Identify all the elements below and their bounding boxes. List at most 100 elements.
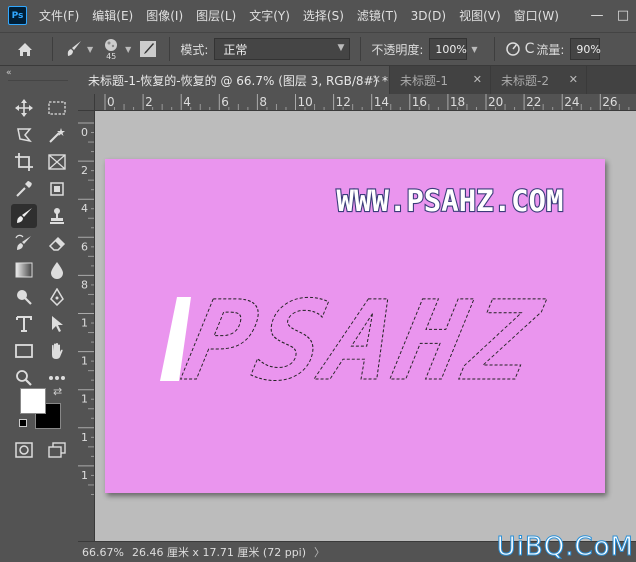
type-tool[interactable] xyxy=(11,312,37,336)
menu-type[interactable]: 文字(Y) xyxy=(249,7,290,24)
horizontal-ruler[interactable]: 0 2 4 6 8 10 12 14 16 18 20 22 24 26 xyxy=(95,94,636,111)
foreground-color-swatch[interactable] xyxy=(20,388,46,414)
pressure-opacity-icon[interactable] xyxy=(505,41,521,57)
flow-field[interactable]: 90% xyxy=(570,38,601,60)
menu-select[interactable]: 选择(S) xyxy=(303,7,344,24)
move-tool[interactable] xyxy=(11,96,37,120)
menu-edit[interactable]: 编辑(E) xyxy=(92,7,133,24)
gradient-tool[interactable] xyxy=(11,258,37,282)
site-url-text: WWW.PSAHZ.COM xyxy=(337,184,564,218)
quick-mask-icon xyxy=(15,442,33,458)
canvas-area[interactable]: WWW.PSAHZ.COM PSAHZ xyxy=(95,111,636,541)
divider xyxy=(360,37,362,61)
ruler-label: 4 xyxy=(81,202,88,215)
frame-icon xyxy=(48,154,66,170)
path-selection-tool[interactable] xyxy=(44,312,70,336)
marquee-tool[interactable] xyxy=(44,96,70,120)
canvas-artwork: WWW.PSAHZ.COM PSAHZ xyxy=(160,183,565,406)
ruler-label: 24 xyxy=(564,95,579,109)
chevron-right-icon[interactable]: 〉 xyxy=(314,544,325,560)
eraser-tool[interactable] xyxy=(44,231,70,255)
brush-settings-toggle[interactable] xyxy=(137,38,159,60)
menu-3d[interactable]: 3D(D) xyxy=(411,9,446,23)
minimize-button[interactable]: — xyxy=(584,8,610,23)
menu-image[interactable]: 图像(I) xyxy=(146,7,183,24)
default-colors-icon[interactable] xyxy=(19,419,27,427)
ruler-label: 1 xyxy=(81,469,88,482)
brush-icon xyxy=(67,41,81,56)
crop-icon xyxy=(15,153,33,171)
brush-size-value: 45 xyxy=(106,51,117,61)
menu-view[interactable]: 视图(V) xyxy=(459,7,501,24)
ruler-label: 20 xyxy=(488,95,503,109)
photoshop-logo[interactable]: Ps xyxy=(8,6,27,25)
chevron-down-icon[interactable]: ▼ xyxy=(125,45,131,54)
eraser-icon xyxy=(48,236,66,251)
history-brush-tool[interactable] xyxy=(11,231,37,255)
home-icon xyxy=(18,42,32,56)
ruler-label: 14 xyxy=(374,95,389,109)
rectangle-tool[interactable] xyxy=(11,339,37,363)
menu-window[interactable]: 窗口(W) xyxy=(514,7,559,24)
ruler-label: 1 xyxy=(81,393,88,406)
mode-select[interactable]: 正常 ▼ xyxy=(214,38,351,60)
divider xyxy=(169,37,171,61)
maximize-button[interactable]: □ xyxy=(610,8,636,23)
tab-label: 未标题-1 xyxy=(400,73,448,88)
ruler-label: 2 xyxy=(145,95,153,109)
opacity-field[interactable]: 100% xyxy=(429,38,468,60)
zoom-tool[interactable] xyxy=(11,366,37,390)
dodge-tool[interactable] xyxy=(11,285,37,309)
hand-tool[interactable] xyxy=(44,339,70,363)
object-select-tool[interactable] xyxy=(44,177,70,201)
pen-tool[interactable] xyxy=(44,285,70,309)
menu-filter[interactable]: 滤镜(T) xyxy=(357,7,398,24)
smoothing-icon: C xyxy=(524,41,535,57)
ruler-label: 1 xyxy=(81,355,88,368)
clone-stamp-tool[interactable] xyxy=(44,204,70,228)
magic-wand-tool[interactable] xyxy=(44,123,70,147)
document-tabs: 未标题-1-恢复的-恢复的 @ 66.7% (图层 3, RGB/8#) * ✕… xyxy=(78,66,636,94)
document-canvas[interactable]: WWW.PSAHZ.COM PSAHZ xyxy=(105,159,605,493)
home-button[interactable] xyxy=(8,36,42,62)
quick-mask-button[interactable] xyxy=(11,438,37,462)
mode-label: 模式: xyxy=(180,42,209,57)
brush-tip-icon xyxy=(105,38,118,51)
brush-tool[interactable] xyxy=(11,204,37,228)
more-icon xyxy=(49,376,65,380)
frame-tool[interactable] xyxy=(44,150,70,174)
close-icon[interactable]: ✕ xyxy=(473,73,482,86)
tab-untitled-2[interactable]: 未标题-2 ✕ xyxy=(491,66,587,94)
path-select-icon xyxy=(52,316,63,332)
history-brush-icon xyxy=(15,234,31,250)
watermark-text: UiBQ.CoM xyxy=(496,532,634,562)
menu-bar: Ps 文件(F) 编辑(E) 图像(I) 图层(L) 文字(Y) 选择(S) 滤… xyxy=(0,0,636,31)
document-info[interactable]: 26.46 厘米 x 17.71 厘米 (72 ppi) xyxy=(132,544,306,560)
ruler-origin[interactable] xyxy=(78,94,95,111)
rectangle-icon xyxy=(15,344,33,358)
eyedropper-tool[interactable] xyxy=(11,177,37,201)
zoom-level[interactable]: 66.67% xyxy=(82,546,124,559)
brush-tool-preset[interactable] xyxy=(63,38,85,60)
collapse-panel-icon[interactable]: « xyxy=(6,68,12,78)
menu-layer[interactable]: 图层(L) xyxy=(196,7,236,24)
menu-file[interactable]: 文件(F) xyxy=(39,7,79,24)
tab-untitled-1-recovered[interactable]: 未标题-1-恢复的-恢复的 @ 66.7% (图层 3, RGB/8#) * ✕ xyxy=(78,66,390,94)
blur-tool[interactable] xyxy=(44,258,70,282)
screen-mode-button[interactable] xyxy=(44,438,70,462)
ruler-label: 12 xyxy=(336,95,351,109)
lasso-tool[interactable] xyxy=(11,123,37,147)
divider xyxy=(493,37,495,61)
crop-tool[interactable] xyxy=(11,150,37,174)
vertical-ruler[interactable]: 0 2 4 6 8 1 1 1 1 1 xyxy=(78,111,95,541)
close-icon[interactable]: ✕ xyxy=(372,73,381,86)
tab-untitled-1[interactable]: 未标题-1 ✕ xyxy=(390,66,491,94)
chevron-down-icon[interactable]: ▼ xyxy=(471,45,477,54)
close-icon[interactable]: ✕ xyxy=(569,73,578,86)
swap-colors-icon[interactable]: ⇄ xyxy=(53,385,62,398)
brush-size-picker[interactable]: 45 xyxy=(99,38,123,61)
hand-icon xyxy=(52,343,63,359)
tab-label: 未标题-2 xyxy=(501,73,549,88)
chevron-down-icon[interactable]: ▼ xyxy=(87,45,93,54)
ruler-label: 8 xyxy=(81,278,88,291)
